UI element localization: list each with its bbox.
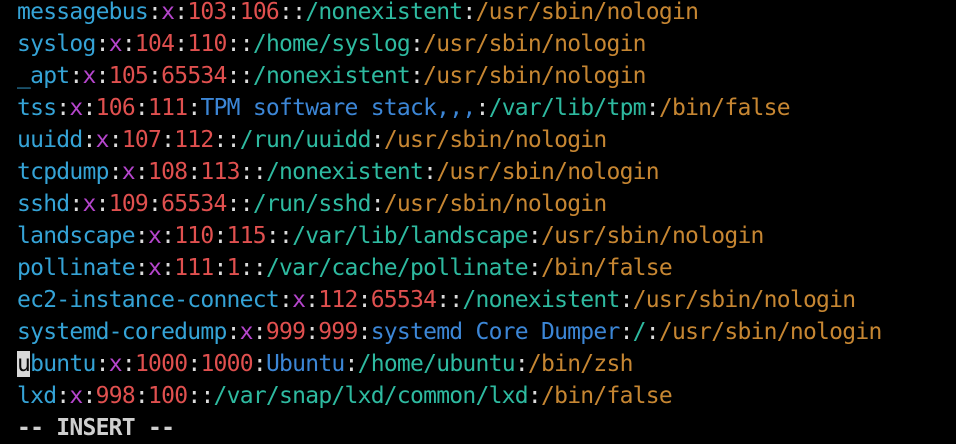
shell-field: /usr/sbin/nologin bbox=[383, 191, 607, 217]
passwd-line[interactable]: tcpdump:x:108:113::/nonexistent:/usr/sbi… bbox=[0, 156, 956, 188]
passwd-line[interactable]: ec2-instance-connect:x:112:65534::/nonex… bbox=[0, 284, 956, 316]
passwd-line[interactable]: pollinate:x:111:1::/var/cache/pollinate:… bbox=[0, 252, 956, 284]
user-field: tss bbox=[17, 95, 57, 121]
uid-field: 1000 bbox=[134, 351, 188, 377]
user-field: lxd bbox=[17, 383, 57, 409]
home-field: /var/lib/landscape bbox=[292, 223, 528, 249]
gid-field: 111 bbox=[148, 95, 188, 121]
passwd-line[interactable]: tss:x:106:111:TPM software stack,,,:/var… bbox=[0, 92, 956, 124]
uid-field: 104 bbox=[134, 31, 175, 57]
shell-field: /usr/sbin/nologin bbox=[658, 319, 882, 345]
uid-field: 107 bbox=[121, 127, 162, 153]
user-field: _apt bbox=[17, 63, 70, 89]
home-field: /run/sshd bbox=[252, 191, 372, 217]
user-field: uuidd bbox=[17, 127, 83, 153]
home-field: /nonexistent bbox=[462, 287, 620, 313]
password-field: x bbox=[69, 383, 83, 409]
mode-indicator: -- INSERT -- bbox=[17, 415, 175, 441]
uid-field: 112 bbox=[318, 287, 358, 313]
shell-field: /usr/sbin/nologin bbox=[423, 63, 646, 89]
home-field: /home/syslog bbox=[252, 31, 411, 57]
password-field: x bbox=[147, 255, 162, 281]
shell-field: /usr/sbin/nologin bbox=[475, 0, 699, 25]
passwd-line[interactable]: messagebus:x:103:106::/nonexistent:/usr/… bbox=[0, 0, 956, 28]
password-field: x bbox=[108, 31, 123, 57]
gecos-field: systemd Core Dumper bbox=[370, 319, 621, 345]
passwd-line[interactable]: syslog:x:104:110::/home/syslog:/usr/sbin… bbox=[0, 28, 956, 60]
passwd-line-current[interactable]: ubuntu:x:1000:1000:Ubuntu:/home/ubuntu:/… bbox=[0, 348, 956, 380]
uid-field: 105 bbox=[108, 63, 149, 89]
uid-field: 108 bbox=[148, 159, 188, 185]
password-field: x bbox=[108, 351, 123, 377]
home-field: /home/ubuntu bbox=[357, 351, 516, 377]
gid-field: 106 bbox=[239, 0, 280, 25]
shell-field: /bin/zsh bbox=[527, 351, 634, 377]
uid-field: 109 bbox=[108, 191, 149, 217]
shell-field: /usr/sbin/nologin bbox=[423, 31, 646, 57]
gid-field: 1 bbox=[226, 255, 241, 281]
user-field: ec2-instance-connect bbox=[17, 287, 280, 313]
passwd-line[interactable]: uuidd:x:107:112::/run/uuidd:/usr/sbin/no… bbox=[0, 124, 956, 156]
home-field: /var/cache/pollinate bbox=[265, 255, 529, 281]
home-field: /nonexistent bbox=[305, 0, 463, 25]
home-field: /var/lib/tpm bbox=[488, 95, 647, 121]
password-field: x bbox=[121, 159, 136, 185]
uid-field: 110 bbox=[174, 223, 214, 249]
home-field: / bbox=[632, 319, 647, 345]
uid-field: 103 bbox=[187, 0, 227, 25]
passwd-line[interactable]: landscape:x:110:115::/var/lib/landscape:… bbox=[0, 220, 956, 252]
shell-field: /usr/sbin/nologin bbox=[540, 223, 764, 249]
shell-field: /bin/false bbox=[658, 95, 791, 121]
password-field: x bbox=[95, 127, 110, 153]
uid-field: 111 bbox=[174, 255, 214, 281]
user-field: tcpdump bbox=[17, 159, 109, 185]
passwd-line[interactable]: _apt:x:105:65534::/nonexistent:/usr/sbin… bbox=[0, 60, 956, 92]
gid-field: 110 bbox=[187, 31, 227, 57]
uid-field: 998 bbox=[95, 383, 136, 409]
gecos-field: TPM software stack,,, bbox=[200, 95, 476, 121]
gid-field: 65534 bbox=[370, 287, 437, 313]
user-field: systemd-coredump bbox=[17, 319, 227, 345]
user-field: pollinate bbox=[17, 255, 136, 281]
terminal-editor[interactable]: messagebus:x:103:106::/nonexistent:/usr/… bbox=[0, 0, 956, 444]
gid-field: 1000 bbox=[200, 351, 253, 377]
home-field: /nonexistent bbox=[265, 159, 424, 185]
gid-field: 100 bbox=[148, 383, 188, 409]
gid-field: 115 bbox=[226, 223, 267, 249]
gid-field: 65534 bbox=[161, 63, 227, 89]
passwd-line[interactable]: sshd:x:109:65534::/run/sshd:/usr/sbin/no… bbox=[0, 188, 956, 220]
gid-field: 65534 bbox=[161, 191, 227, 217]
user-field-rest: buntu bbox=[30, 351, 96, 377]
shell-field: /usr/sbin/nologin bbox=[383, 127, 607, 153]
password-field: x bbox=[161, 0, 175, 25]
password-field: x bbox=[147, 223, 162, 249]
shell-field: /bin/false bbox=[541, 383, 673, 409]
gid-field: 999 bbox=[318, 319, 358, 345]
gid-field: 112 bbox=[174, 127, 214, 153]
text-cursor[interactable]: u bbox=[17, 351, 31, 377]
user-field: messagebus bbox=[17, 0, 149, 25]
user-field: syslog bbox=[17, 31, 96, 57]
uid-field: 106 bbox=[95, 95, 136, 121]
password-field: x bbox=[69, 95, 83, 121]
password-field: x bbox=[292, 287, 306, 313]
shell-field: /usr/sbin/nologin bbox=[436, 159, 659, 185]
passwd-line[interactable]: lxd:x:998:100::/var/snap/lxd/common/lxd:… bbox=[0, 380, 956, 412]
home-field: /run/uuidd bbox=[239, 127, 372, 153]
uid-field: 999 bbox=[265, 319, 306, 345]
passwd-line[interactable]: systemd-coredump:x:999:999:systemd Core … bbox=[0, 316, 956, 348]
password-field: x bbox=[82, 191, 97, 217]
user-field: ubuntu bbox=[17, 351, 96, 377]
gid-field: 113 bbox=[200, 159, 240, 185]
home-field: /nonexistent bbox=[252, 63, 411, 89]
password-field: x bbox=[82, 63, 97, 89]
home-field: /var/snap/lxd/common/lxd bbox=[213, 383, 529, 409]
user-field: landscape bbox=[17, 223, 136, 249]
password-field: x bbox=[239, 319, 254, 345]
gecos-field: Ubuntu bbox=[265, 351, 345, 377]
user-field: sshd bbox=[17, 191, 70, 217]
shell-field: /usr/sbin/nologin bbox=[632, 287, 856, 313]
shell-field: /bin/false bbox=[541, 255, 673, 281]
